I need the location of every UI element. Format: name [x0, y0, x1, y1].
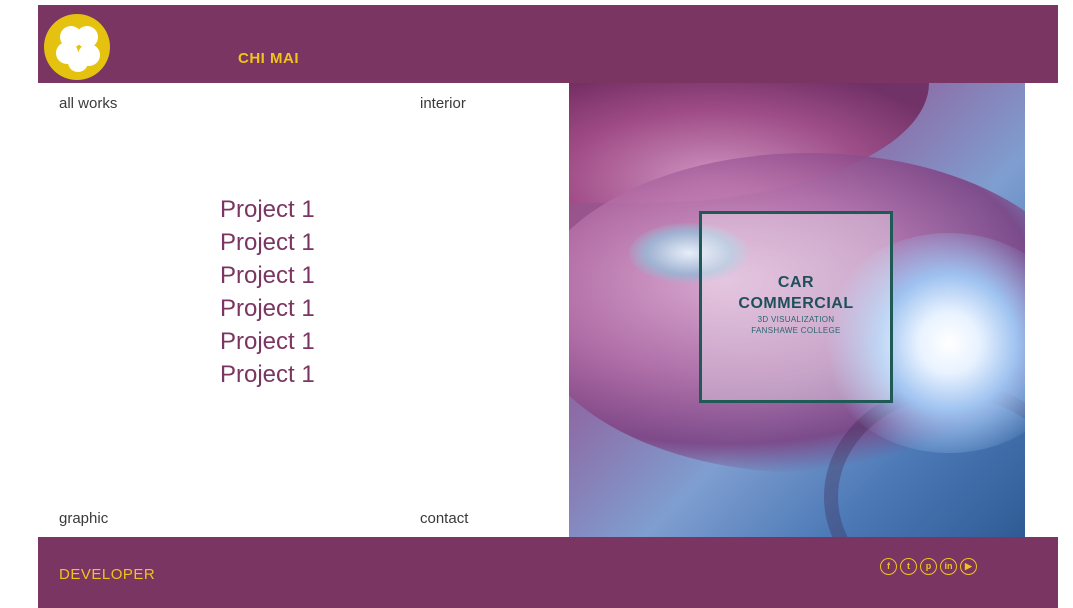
footer-role-label: DEVELOPER [59, 566, 156, 583]
nav-graphic[interactable]: graphic [59, 510, 108, 527]
project-caption-box[interactable]: CAR COMMERCIAL 3D VISUALIZATION FANSHAWE… [699, 211, 893, 403]
nav-interior[interactable]: interior [420, 95, 466, 112]
facebook-icon[interactable]: f [880, 558, 897, 575]
page: CHI MAI all works interior Project 1 Pro… [0, 0, 1073, 608]
twitter-icon[interactable]: t [900, 558, 917, 575]
pinterest-icon[interactable]: p [920, 558, 937, 575]
nav-all-works[interactable]: all works [59, 95, 117, 112]
project-link[interactable]: Project 1 [220, 259, 315, 292]
project-link[interactable]: Project 1 [220, 292, 315, 325]
caption-subtitle-line2: FANSHAWE COLLEGE [751, 326, 841, 335]
social-links: f t p in ▶ [880, 558, 977, 575]
hero-car-image[interactable]: CAR COMMERCIAL 3D VISUALIZATION FANSHAWE… [569, 83, 1025, 537]
caption-subtitle-line1: 3D VISUALIZATION [757, 315, 835, 324]
flower-logo-icon[interactable] [44, 14, 110, 80]
youtube-icon[interactable]: ▶ [960, 558, 977, 575]
project-link[interactable]: Project 1 [220, 193, 315, 226]
project-link[interactable]: Project 1 [220, 358, 315, 391]
linkedin-icon[interactable]: in [940, 558, 957, 575]
project-link[interactable]: Project 1 [220, 226, 315, 259]
top-bar [38, 5, 1058, 83]
nav-contact[interactable]: contact [420, 510, 468, 527]
brand-name[interactable]: CHI MAI [238, 50, 299, 67]
caption-title-line2: COMMERCIAL [738, 295, 854, 312]
project-link[interactable]: Project 1 [220, 325, 315, 358]
caption-title-line1: CAR [777, 274, 815, 291]
project-list: Project 1 Project 1 Project 1 Project 1 … [220, 193, 315, 391]
